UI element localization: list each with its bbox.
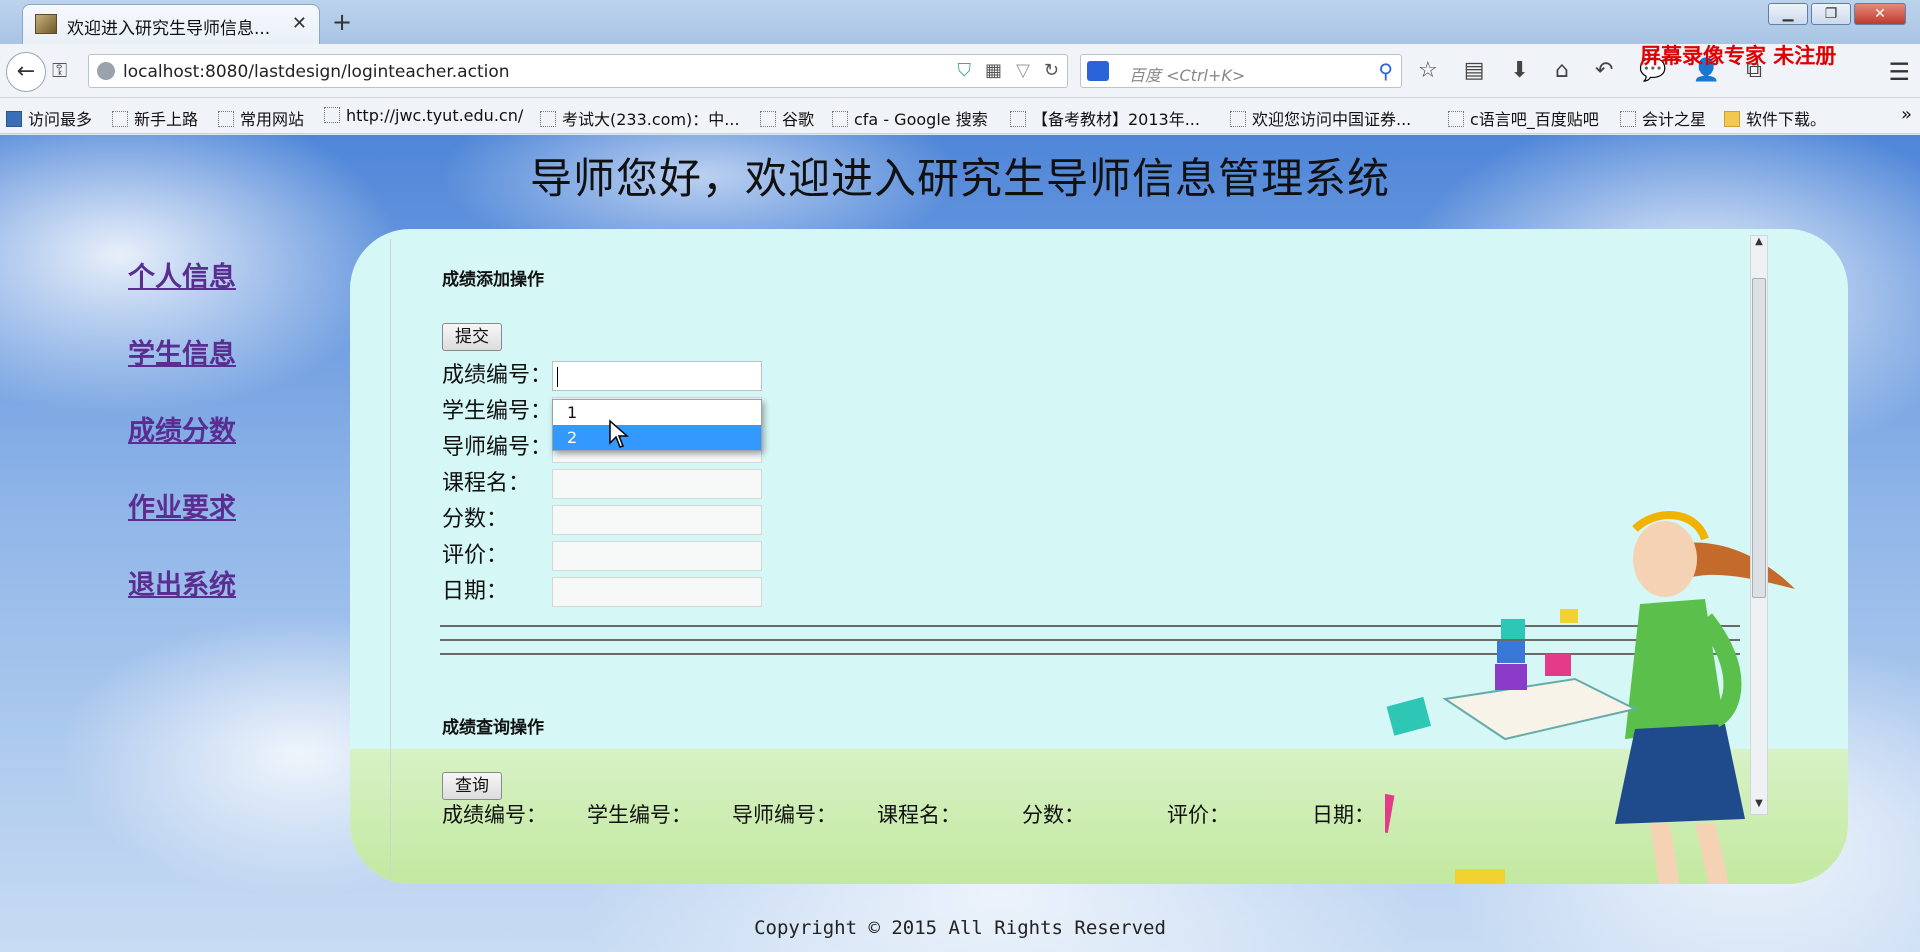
bookmark-item[interactable]: 欢迎您访问中国证券... <box>1230 106 1411 130</box>
browser-window: 欢迎进入研究生导师信息... ✕ + ▁ ❐ ✕ ← ⚿ localhost:8… <box>0 0 1920 952</box>
download-icon[interactable]: ⬇ <box>1511 58 1529 83</box>
page-icon <box>1620 111 1636 127</box>
column-header: 课程名： <box>877 803 961 827</box>
urlbar-icons: ⛉ ▦ ▽ ↻ <box>958 60 1059 81</box>
teacher-illustration-icon <box>1385 511 1795 884</box>
bookmark-item[interactable]: 谷歌 <box>760 106 814 130</box>
nav-link-personal-info[interactable]: 个人信息 <box>128 255 236 294</box>
bookmark-item[interactable]: 新手上路 <box>112 106 198 130</box>
bookmark-item[interactable]: 常用网站 <box>218 106 304 130</box>
page-icon <box>760 111 776 127</box>
bookmark-item[interactable]: 会计之星 <box>1620 106 1706 130</box>
nav-link-logout[interactable]: 退出系统 <box>128 563 236 602</box>
undo-icon[interactable]: ↶ <box>1595 58 1613 83</box>
page-icon <box>112 111 128 127</box>
url-text[interactable]: localhost:8080/lastdesign/loginteacher.a… <box>123 62 510 82</box>
column-header: 分数： <box>1022 803 1085 827</box>
bookmarks-bar: 访问最多 新手上路 常用网站 http://jwc.tyut.edu.cn/ 考… <box>0 98 1920 134</box>
dropdown-arrow-icon[interactable]: ▽ <box>1016 60 1030 81</box>
menu-icon[interactable]: ☰ <box>1888 58 1910 86</box>
window-close-icon[interactable]: ✕ <box>1854 3 1906 25</box>
nav-link-grades[interactable]: 成绩分数 <box>128 409 236 448</box>
home-icon[interactable]: ⌂ <box>1555 58 1569 83</box>
page-icon <box>1230 111 1246 127</box>
column-header: 导师编号： <box>732 803 837 827</box>
folder-icon <box>1724 111 1740 127</box>
reload-icon[interactable]: ↻ <box>1044 60 1059 81</box>
shield-icon[interactable]: ⛉ <box>958 60 972 81</box>
column-header: 评价： <box>1167 803 1230 827</box>
nav-link-student-info[interactable]: 学生信息 <box>128 332 236 371</box>
side-navigation: 个人信息 学生信息 成绩分数 作业要求 退出系统 <box>128 255 236 640</box>
tab-bar: 欢迎进入研究生导师信息... ✕ + ▁ ❐ ✕ <box>0 0 1920 44</box>
minimize-icon[interactable]: ▁ <box>1768 3 1808 25</box>
bookmark-item[interactable]: cfa - Google 搜索 <box>832 106 988 130</box>
page-content: 导师您好，欢迎进入研究生导师信息管理系统 个人信息 学生信息 成绩分数 作业要求… <box>0 135 1920 952</box>
column-header: 成绩编号： <box>442 803 547 827</box>
restore-icon[interactable]: ❐ <box>1811 3 1851 25</box>
browser-tab[interactable]: 欢迎进入研究生导师信息... ✕ <box>22 4 320 44</box>
autocomplete-option[interactable]: 1 <box>553 400 761 425</box>
content-frame: 成绩添加操作 提交 成绩编号： 学生编号： 导师编号： 课程名： 分数： 评价：… <box>350 229 1848 884</box>
window-controls: ▁ ❐ ✕ <box>1768 3 1906 25</box>
bookmark-item[interactable]: 软件下载。 <box>1724 106 1826 130</box>
most-visited-icon <box>6 111 22 127</box>
bookmark-item[interactable]: 考试大(233.com)：中... <box>540 106 740 130</box>
tab-title: 欢迎进入研究生导师信息... <box>67 19 271 39</box>
autocomplete-dropdown: 1 2 <box>552 399 762 451</box>
mouse-pointer-icon <box>609 419 629 448</box>
page-icon <box>1448 111 1464 127</box>
page-icon <box>1010 111 1026 127</box>
back-icon[interactable]: ← <box>6 52 46 92</box>
bookmark-item[interactable]: c语言吧_百度贴吧 <box>1448 106 1599 130</box>
nav-link-assignments[interactable]: 作业要求 <box>128 486 236 525</box>
scroll-up-icon[interactable]: ▲ <box>1751 236 1767 252</box>
globe-icon <box>97 62 115 80</box>
page-icon <box>832 111 848 127</box>
scroll-down-icon[interactable]: ▼ <box>1751 798 1767 814</box>
address-bar[interactable]: localhost:8080/lastdesign/loginteacher.a… <box>88 54 1068 88</box>
column-header: 日期： <box>1312 803 1375 827</box>
page-icon <box>324 107 340 123</box>
autocomplete-option-selected[interactable]: 2 <box>553 425 761 450</box>
chevron-more-icon[interactable]: » <box>1901 104 1912 125</box>
footer-copyright: Copyright © 2015 All Rights Reserved <box>754 917 1166 939</box>
key-icon[interactable]: ⚿ <box>52 58 67 82</box>
navigation-bar: ← ⚿ localhost:8080/lastdesign/loginteach… <box>0 44 1920 98</box>
page-title: 导师您好，欢迎进入研究生导师信息管理系统 <box>529 154 1390 203</box>
close-tab-icon[interactable]: ✕ <box>292 13 307 34</box>
bookmark-item[interactable]: 【备考教材】2013年... <box>1010 106 1200 130</box>
column-header: 学生编号： <box>587 803 692 827</box>
frame-scrollbar[interactable]: ▲ ▼ <box>1750 235 1768 815</box>
bookmark-item[interactable]: http://jwc.tyut.edu.cn/ <box>324 106 523 125</box>
page-icon <box>540 111 556 127</box>
scrollbar-thumb[interactable] <box>1752 278 1766 598</box>
bookmark-item[interactable]: 访问最多 <box>6 106 92 130</box>
reading-list-icon[interactable]: ▤ <box>1464 58 1485 83</box>
baidu-engine-icon[interactable] <box>1087 61 1109 81</box>
search-icon[interactable]: ⚲ <box>1378 59 1393 83</box>
bookmark-star-icon[interactable]: ☆ <box>1418 58 1438 83</box>
search-placeholder: 百度 <Ctrl+K> <box>1129 66 1246 85</box>
new-tab-icon[interactable]: + <box>332 8 352 36</box>
site-favicon-icon <box>35 14 57 34</box>
recording-watermark: 屏幕录像专家 未注册 <box>1640 44 1837 68</box>
search-bar[interactable]: 百度 <Ctrl+K> ⚲ <box>1080 54 1402 88</box>
page-icon <box>218 111 234 127</box>
qr-code-icon[interactable]: ▦ <box>985 60 1002 81</box>
